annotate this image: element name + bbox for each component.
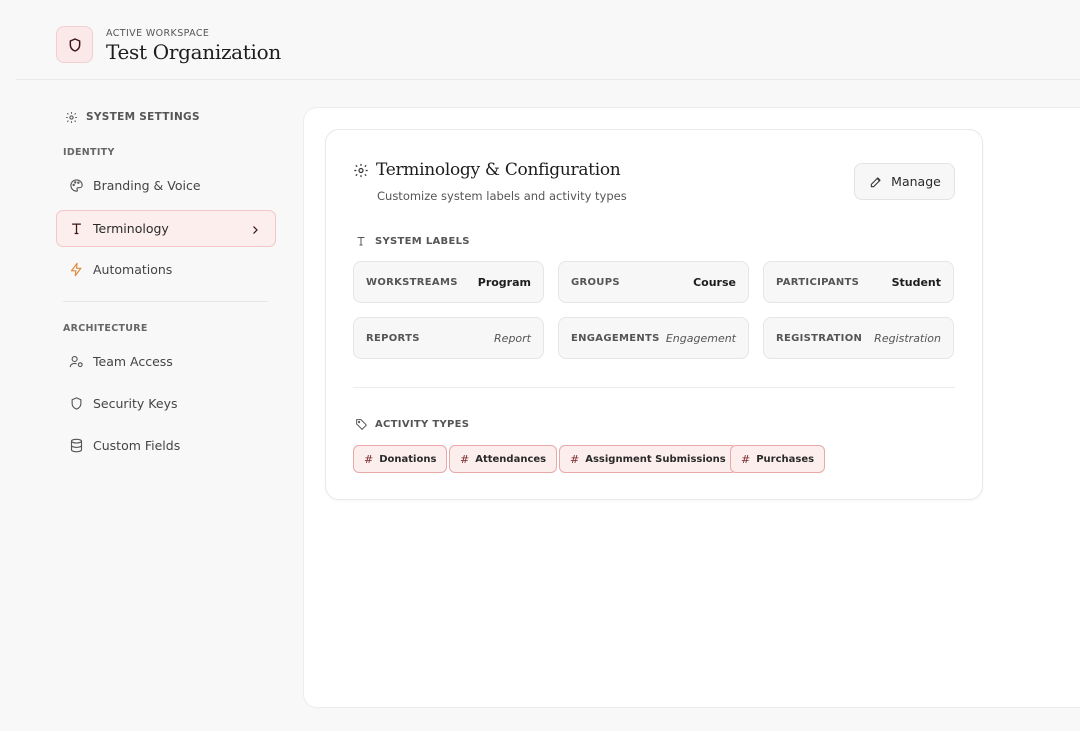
workspace-label: ACTIVE WORKSPACE xyxy=(106,28,210,39)
label-value: Course xyxy=(693,275,736,289)
label-key: WORKSTREAMS xyxy=(366,276,458,288)
label-key: ENGAGEMENTS xyxy=(571,332,660,344)
label-value: Registration xyxy=(874,331,941,345)
sidebar-item-team-access[interactable]: Team Access xyxy=(56,343,276,380)
sidebar-item-label: Custom Fields xyxy=(93,438,181,453)
tag-icon xyxy=(353,416,369,432)
card-title: Terminology & Configuration xyxy=(353,160,621,180)
hash-icon: # xyxy=(460,452,470,466)
sidebar-item-security-keys[interactable]: Security Keys xyxy=(56,385,276,422)
hash-icon: # xyxy=(570,452,580,466)
activity-tag-label: Assignment Submissions xyxy=(585,453,726,465)
activity-types-heading: ACTIVITY TYPES xyxy=(353,416,469,432)
sidebar-item-label: Automations xyxy=(93,262,173,277)
sidebar-item-label: Terminology xyxy=(93,221,169,236)
label-tile-reports: REPORTS Report xyxy=(353,317,544,359)
system-settings-label: SYSTEM SETTINGS xyxy=(86,111,200,123)
label-value: Student xyxy=(891,275,941,289)
manage-button-label: Manage xyxy=(891,174,941,189)
palette-icon xyxy=(68,178,84,194)
hash-icon: # xyxy=(741,452,751,466)
shield-icon xyxy=(67,37,83,53)
hash-icon: # xyxy=(364,452,374,466)
terminology-card: Terminology & Configuration Customize sy… xyxy=(325,129,983,500)
activity-tag-purchases[interactable]: # Purchases xyxy=(730,445,826,473)
workspace-header: ACTIVE WORKSPACE Test Organization xyxy=(16,0,1080,80)
workspace-logo xyxy=(56,26,93,63)
card-divider xyxy=(353,387,955,388)
type-icon xyxy=(353,233,369,249)
chevron-right-icon xyxy=(247,222,263,238)
sidebar-item-custom-fields[interactable]: Custom Fields xyxy=(56,427,276,464)
activity-types-heading-text: ACTIVITY TYPES xyxy=(375,418,470,430)
label-tile-workstreams: WORKSTREAMS Program xyxy=(353,261,544,303)
sidebar-item-automations[interactable]: Automations xyxy=(56,251,276,288)
workspace-name: Test Organization xyxy=(106,40,281,64)
sidebar-item-branding[interactable]: Branding & Voice xyxy=(56,167,276,204)
label-tile-registration: REGISTRATION Registration xyxy=(763,317,954,359)
activity-tag-attendances[interactable]: # Attendances xyxy=(449,445,558,473)
label-tile-participants: PARTICIPANTS Student xyxy=(763,261,954,303)
lightning-icon xyxy=(68,262,84,278)
activity-tag-label: Purchases xyxy=(756,453,815,465)
database-icon xyxy=(68,438,84,454)
label-value: Program xyxy=(477,275,531,289)
label-key: GROUPS xyxy=(571,276,620,288)
activity-tag-assignment-submissions[interactable]: # Assignment Submissions xyxy=(559,445,737,473)
settings-sidebar: SYSTEM SETTINGS IDENTITY Branding & Voic… xyxy=(0,80,300,731)
pencil-icon xyxy=(868,174,884,190)
user-cog-icon xyxy=(68,354,84,370)
activity-tag-label: Donations xyxy=(379,453,437,465)
label-key: REPORTS xyxy=(366,332,420,344)
gear-icon xyxy=(63,109,79,125)
sidebar-item-label: Branding & Voice xyxy=(93,178,201,193)
label-tile-engagements: ENGAGEMENTS Engagement xyxy=(558,317,749,359)
activity-tag-donations[interactable]: # Donations xyxy=(353,445,448,473)
sidebar-item-terminology[interactable]: Terminology xyxy=(56,210,276,247)
gear-icon xyxy=(353,162,369,178)
shield-icon xyxy=(68,396,84,412)
card-subtitle: Customize system labels and activity typ… xyxy=(377,189,627,203)
type-icon xyxy=(68,221,84,237)
label-value: Report xyxy=(494,331,531,345)
activity-tag-label: Attendances xyxy=(475,453,547,465)
label-key: REGISTRATION xyxy=(776,332,863,344)
system-settings-heading: SYSTEM SETTINGS xyxy=(63,109,200,125)
section-label-identity: IDENTITY xyxy=(63,147,115,158)
sidebar-item-label: Security Keys xyxy=(93,396,178,411)
label-key: PARTICIPANTS xyxy=(776,276,860,288)
label-tile-groups: GROUPS Course xyxy=(558,261,749,303)
system-labels-heading: SYSTEM LABELS xyxy=(353,233,470,249)
system-labels-heading-text: SYSTEM LABELS xyxy=(375,235,470,247)
card-title-text: Terminology & Configuration xyxy=(376,160,621,180)
sidebar-divider xyxy=(63,301,268,302)
sidebar-item-label: Team Access xyxy=(93,354,173,369)
section-label-architecture: ARCHITECTURE xyxy=(63,323,148,334)
manage-button[interactable]: Manage xyxy=(854,163,955,200)
label-value: Engagement xyxy=(665,331,736,345)
